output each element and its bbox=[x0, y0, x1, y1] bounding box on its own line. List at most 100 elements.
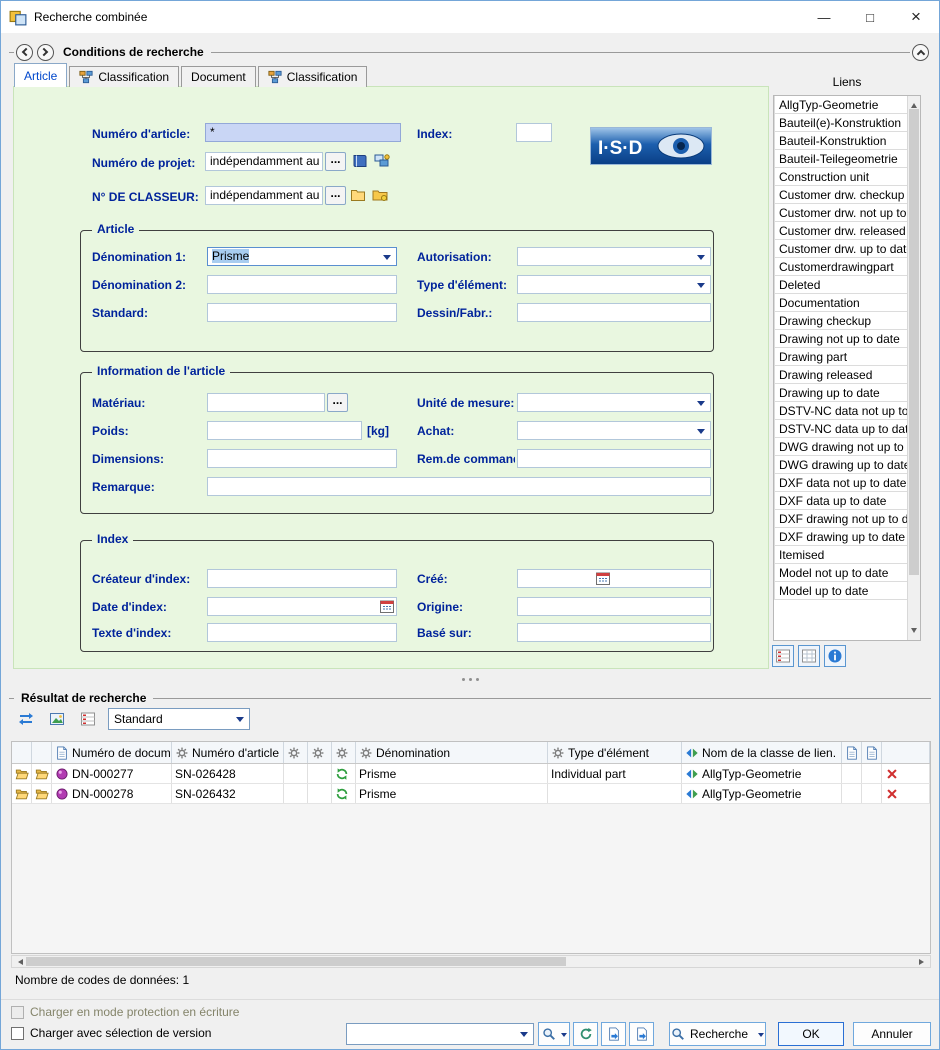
table-view-button[interactable] bbox=[798, 645, 820, 667]
scrollbar-thumb[interactable] bbox=[909, 109, 919, 575]
tab-document[interactable]: Document bbox=[181, 66, 256, 87]
cancel-button[interactable]: Annuler bbox=[853, 1022, 931, 1046]
liens-list-item[interactable]: Customer drw. checkup bbox=[774, 185, 908, 204]
column-header[interactable] bbox=[308, 742, 332, 763]
materiau-browse-button[interactable]: ... bbox=[327, 393, 348, 412]
column-header[interactable] bbox=[284, 742, 308, 763]
liens-list-item[interactable]: Customer drw. released bbox=[774, 221, 908, 240]
base-sur-input[interactable] bbox=[517, 623, 711, 642]
liens-list-item[interactable]: Documentation bbox=[774, 293, 908, 312]
refresh-button[interactable] bbox=[573, 1022, 598, 1046]
index-text-input[interactable] bbox=[207, 623, 397, 642]
project-select-icon[interactable] bbox=[374, 153, 390, 169]
ok-button[interactable]: OK bbox=[778, 1022, 844, 1046]
column-header-type-element[interactable]: Type d'élément bbox=[548, 742, 682, 763]
remarque-input[interactable] bbox=[207, 477, 711, 496]
transfer-article-button[interactable] bbox=[629, 1022, 654, 1046]
liens-list-item[interactable]: DXF data not up to date bbox=[774, 473, 908, 492]
column-header-doc-no[interactable]: Numéro de document bbox=[52, 742, 172, 763]
column-header[interactable] bbox=[882, 742, 930, 763]
liens-list-item[interactable]: Drawing not up to date bbox=[774, 329, 908, 348]
liens-list-item[interactable]: Drawing part bbox=[774, 347, 908, 366]
liens-list-item[interactable]: Customer drw. up to date bbox=[774, 239, 908, 258]
type-element-combobox[interactable] bbox=[517, 275, 711, 294]
achat-combobox[interactable] bbox=[517, 421, 711, 440]
maximize-button[interactable]: □ bbox=[847, 1, 893, 33]
unite-combobox[interactable] bbox=[517, 393, 711, 412]
denomination2-input[interactable] bbox=[207, 275, 397, 294]
column-header[interactable] bbox=[842, 742, 862, 763]
conditions-prev-button[interactable] bbox=[16, 44, 33, 61]
folder-no-input[interactable]: indépendamment au bbox=[205, 186, 323, 205]
index-creator-input[interactable] bbox=[207, 569, 397, 588]
standard-input[interactable] bbox=[207, 303, 397, 322]
project-book-icon[interactable] bbox=[352, 153, 368, 169]
created-calendar-icon[interactable] bbox=[595, 570, 611, 586]
dimensions-input[interactable] bbox=[207, 449, 397, 468]
conditions-collapse-button[interactable] bbox=[912, 44, 929, 61]
preview-button[interactable] bbox=[46, 708, 68, 730]
footer-combobox[interactable] bbox=[346, 1023, 534, 1045]
folder-select-icon[interactable] bbox=[372, 187, 388, 203]
materiau-input[interactable] bbox=[207, 393, 325, 412]
column-header[interactable] bbox=[332, 742, 356, 763]
column-header[interactable] bbox=[862, 742, 882, 763]
info-button[interactable] bbox=[824, 645, 846, 667]
index-date-calendar-icon[interactable] bbox=[379, 598, 395, 614]
quick-search-button[interactable] bbox=[538, 1022, 570, 1046]
results-hscrollbar[interactable] bbox=[11, 955, 931, 968]
write-protect-checkbox[interactable]: Charger en mode protection en écriture bbox=[11, 1005, 239, 1019]
close-button[interactable]: × bbox=[893, 1, 939, 33]
splitter-handle[interactable] bbox=[1, 675, 939, 683]
transfer-document-button[interactable] bbox=[601, 1022, 626, 1046]
column-header-article-no[interactable]: Numéro d'article bbox=[172, 742, 284, 763]
liens-list-item[interactable]: Itemised bbox=[774, 545, 908, 564]
liens-list-item[interactable]: DXF data up to date bbox=[774, 491, 908, 510]
created-input[interactable] bbox=[517, 569, 711, 588]
autorisation-combobox[interactable] bbox=[517, 247, 711, 266]
liens-list-item[interactable]: Model up to date bbox=[774, 581, 908, 600]
version-select-checkbox[interactable]: Charger avec sélection de version bbox=[11, 1026, 211, 1040]
liens-list-item[interactable]: Drawing up to date bbox=[774, 383, 908, 402]
column-header[interactable] bbox=[32, 742, 52, 763]
result-layout-combobox[interactable]: Standard bbox=[108, 708, 250, 730]
liens-scrollbar[interactable] bbox=[907, 96, 920, 640]
liens-list-item[interactable]: DSTV-NC data not up to date bbox=[774, 401, 908, 420]
article-no-input[interactable]: * bbox=[205, 123, 401, 142]
minimize-button[interactable]: — bbox=[801, 1, 847, 33]
liens-list-item[interactable]: Customer drw. not up to date bbox=[774, 203, 908, 222]
project-no-input[interactable]: indépendamment au bbox=[205, 152, 323, 171]
liens-list-item[interactable]: Bauteil(e)-Konstruktion bbox=[774, 113, 908, 132]
folder-browse-button[interactable]: ... bbox=[325, 186, 346, 205]
tab-article[interactable]: Article bbox=[14, 63, 67, 87]
scrollbar-thumb[interactable] bbox=[26, 957, 566, 966]
search-button[interactable]: Recherche bbox=[669, 1022, 766, 1046]
liens-list-item[interactable]: Drawing released bbox=[774, 365, 908, 384]
liens-list-item[interactable]: DSTV-NC data up to date bbox=[774, 419, 908, 438]
refresh-results-button[interactable] bbox=[15, 708, 37, 730]
liens-list-item[interactable]: Bauteil-Teilegeometrie bbox=[774, 149, 908, 168]
clear-results-button[interactable] bbox=[77, 708, 99, 730]
liens-list-item[interactable]: Customerdrawingpart bbox=[774, 257, 908, 276]
conditions-next-button[interactable] bbox=[37, 44, 54, 61]
dessin-input[interactable] bbox=[517, 303, 711, 322]
result-row[interactable]: DN-000278 SN-026432 Prisme AllgTyp-Geome… bbox=[12, 784, 930, 804]
origine-input[interactable] bbox=[517, 597, 711, 616]
folder-icon[interactable] bbox=[350, 187, 366, 203]
liens-list-item[interactable]: DWG drawing up to date bbox=[774, 455, 908, 474]
poids-input[interactable] bbox=[207, 421, 362, 440]
liens-list-item[interactable]: DXF drawing not up to date bbox=[774, 509, 908, 528]
liens-list-item[interactable]: Model not up to date bbox=[774, 563, 908, 582]
result-row[interactable]: DN-000277 SN-026428 Prisme Individual pa… bbox=[12, 764, 930, 784]
column-header[interactable] bbox=[12, 742, 32, 763]
project-browse-button[interactable]: ... bbox=[325, 152, 346, 171]
tab-classification-article[interactable]: Classification bbox=[69, 66, 179, 87]
liens-list-item[interactable]: Construction unit bbox=[774, 167, 908, 186]
liens-list-item[interactable]: AllgTyp-Geometrie bbox=[774, 95, 908, 114]
liens-list-item[interactable]: DWG drawing not up to date bbox=[774, 437, 908, 456]
index-input[interactable] bbox=[516, 123, 552, 142]
index-date-input[interactable] bbox=[207, 597, 397, 616]
liens-list-item[interactable]: Drawing checkup bbox=[774, 311, 908, 330]
liens-list-item[interactable]: Bauteil-Konstruktion bbox=[774, 131, 908, 150]
liens-list-item[interactable]: Deleted bbox=[774, 275, 908, 294]
